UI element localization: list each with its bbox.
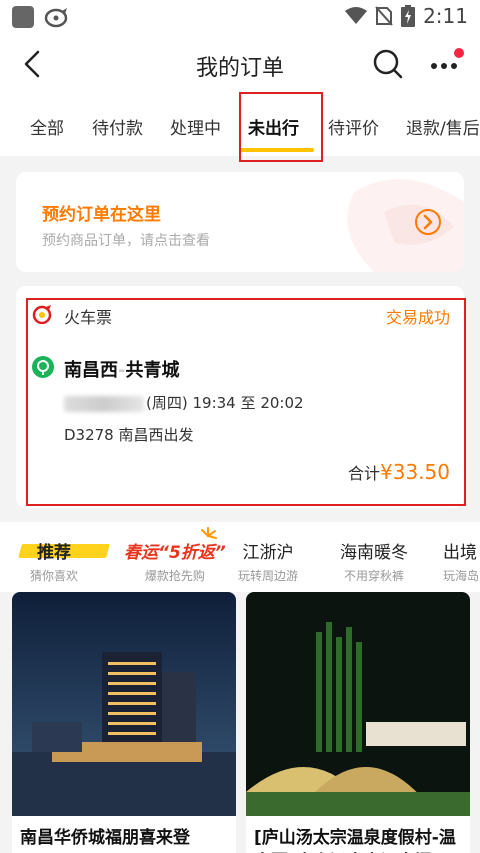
bird-icon	[44, 8, 68, 28]
rec-tab-sub: 不用穿秋裤	[343, 569, 404, 583]
product-title: [庐山汤太宗温泉度假村-温泉票]庐山汤太宗温泉门	[254, 828, 456, 853]
page-title: 我的订单	[195, 56, 284, 81]
rec-tab-label: 江浙沪	[242, 543, 294, 563]
booking-title: 预约订单在这里	[42, 205, 161, 225]
product-title: 南昌华侨城福朋喜来登	[20, 828, 190, 848]
product-card[interactable]: [庐山汤太宗温泉度假村-温泉票]庐山汤太宗温泉门	[246, 592, 470, 853]
search-icon[interactable]	[372, 48, 404, 80]
wifi-icon	[345, 7, 368, 24]
promo-sub: 爆款抢先购	[144, 569, 205, 583]
rec-tab-outbound[interactable]: 出境 玩海岛	[443, 538, 479, 584]
tab-pending-payment[interactable]: 待付款	[92, 114, 143, 139]
tab-processing[interactable]: 处理中	[170, 114, 221, 139]
hot-spring-photo	[246, 592, 470, 816]
rec-tab-hainan[interactable]: 海南暖冬 不用穿秋裤	[340, 538, 408, 584]
tab-to-review[interactable]: 待评价	[328, 114, 379, 139]
rec-tab-sub: 玩转周边游	[238, 569, 299, 583]
rec-tab-sub: 玩海岛	[443, 569, 480, 583]
booking-banner[interactable]: 预约订单在这里 预约商品订单，请点击查看	[16, 172, 464, 272]
product-grid: 南昌华侨城福朋喜来登 [庐山汤太宗温泉度假村-温泉票]庐山汤太宗温泉门	[0, 592, 480, 853]
status-bar: 2:11	[0, 0, 480, 34]
no-sim-icon	[375, 6, 393, 26]
chevron-right-circle-icon[interactable]	[414, 208, 442, 236]
battery-charging-icon	[401, 5, 416, 27]
highlight-box-tab	[239, 92, 323, 162]
rec-tab-jiangzhehu[interactable]: 江浙沪 玩转周边游	[238, 538, 298, 584]
rec-tab-label: 海南暖冬	[340, 543, 408, 563]
booking-subtitle: 预约商品订单，请点击查看	[42, 233, 210, 249]
notification-dot	[454, 48, 464, 58]
recommend-tabs: 推荐 猜你喜欢 春运“5折返” 爆款抢先购 江浙沪 玩转周边游 海南暖冬 不用穿…	[0, 522, 480, 592]
clock: 2:11	[423, 4, 468, 28]
header: 我的订单	[0, 34, 480, 96]
highlight-box-order	[26, 298, 466, 506]
rec-tab-sub: 猜你喜欢	[30, 569, 79, 583]
hotel-photo	[12, 592, 236, 816]
rec-tab-label: 推荐	[37, 543, 71, 563]
firework-icon	[201, 527, 217, 539]
rec-tab-recommend[interactable]: 推荐 猜你喜欢	[30, 538, 78, 584]
app-square-icon	[12, 6, 34, 28]
rec-tab-label: 出境	[443, 543, 477, 563]
product-card[interactable]: 南昌华侨城福朋喜来登	[12, 592, 236, 853]
tab-all[interactable]: 全部	[30, 114, 64, 139]
tab-refund[interactable]: 退款/售后	[406, 114, 480, 139]
